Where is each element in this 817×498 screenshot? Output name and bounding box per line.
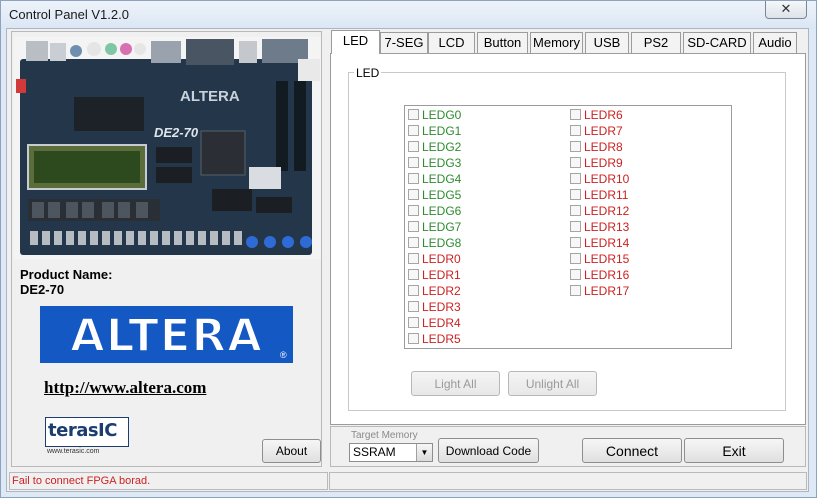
exit-button[interactable]: Exit: [684, 438, 784, 463]
led-checkbox-ledr9[interactable]: LEDR9: [570, 155, 623, 171]
window-title: Control Panel V1.2.0: [9, 7, 129, 22]
checkbox-icon[interactable]: [570, 157, 581, 169]
checkbox-icon[interactable]: [570, 109, 581, 121]
checkbox-icon[interactable]: [408, 269, 419, 281]
product-name-value: DE2-70: [20, 282, 65, 297]
terasic-logo-text: terasIC: [48, 420, 117, 441]
checkbox-icon[interactable]: [570, 173, 581, 185]
checkbox-icon[interactable]: [570, 141, 581, 153]
checkbox-icon[interactable]: [408, 253, 419, 265]
led-checkbox-ledg0[interactable]: LEDG0: [408, 107, 461, 123]
led-checkbox-ledg7[interactable]: LEDG7: [408, 219, 461, 235]
checkbox-icon[interactable]: [570, 205, 581, 217]
checkbox-icon[interactable]: [408, 317, 419, 329]
led-checkbox-ledr16[interactable]: LEDR16: [570, 267, 629, 283]
led-checkbox-ledr7[interactable]: LEDR7: [570, 123, 623, 139]
led-checkbox-ledr13[interactable]: LEDR13: [570, 219, 629, 235]
light-all-button[interactable]: Light All: [411, 371, 500, 396]
target-memory-value: SSRAM: [353, 445, 396, 459]
tab-sdcard[interactable]: SD-CARD: [683, 32, 751, 53]
status-bar-pane: [329, 472, 807, 490]
led-group-title: LED: [354, 66, 382, 80]
close-button[interactable]: ✕: [765, 1, 807, 19]
tab-led[interactable]: LED: [331, 30, 380, 54]
checkbox-icon[interactable]: [570, 253, 581, 265]
about-button[interactable]: About: [262, 439, 321, 463]
led-checkbox-ledr5[interactable]: LEDR5: [408, 331, 461, 347]
checkbox-icon[interactable]: [408, 301, 419, 313]
target-memory-select[interactable]: SSRAM ▼: [349, 443, 433, 462]
board-silk-logo: ALTERA: [180, 88, 240, 105]
altera-website-link[interactable]: http://www.altera.com: [44, 378, 206, 398]
led-checkbox-ledr14[interactable]: LEDR14: [570, 235, 629, 251]
checkbox-icon[interactable]: [570, 285, 581, 297]
checkbox-icon[interactable]: [570, 269, 581, 281]
checkbox-icon[interactable]: [408, 109, 419, 121]
checkbox-icon[interactable]: [408, 221, 419, 233]
chevron-down-icon[interactable]: ▼: [416, 444, 432, 461]
led-checkbox-ledg2[interactable]: LEDG2: [408, 139, 461, 155]
led-checkbox-ledg8[interactable]: LEDG8: [408, 235, 461, 251]
checkbox-icon[interactable]: [408, 237, 419, 249]
led-checkbox-ledr4[interactable]: LEDR4: [408, 315, 461, 331]
tab-audio[interactable]: Audio: [753, 32, 797, 53]
led-checkbox-ledg5[interactable]: LEDG5: [408, 187, 461, 203]
registered-mark-icon: ®: [280, 350, 287, 360]
led-checkbox-ledr0[interactable]: LEDR0: [408, 251, 461, 267]
tab-lcd[interactable]: LCD: [428, 32, 475, 53]
led-checkbox-ledr17[interactable]: LEDR17: [570, 283, 629, 299]
tab-ps2[interactable]: PS2: [631, 32, 681, 53]
target-memory-label: Target Memory: [351, 430, 418, 441]
checkbox-icon[interactable]: [570, 221, 581, 233]
led-checkbox-ledr1[interactable]: LEDR1: [408, 267, 461, 283]
led-checkbox-ledr6[interactable]: LEDR6: [570, 107, 623, 123]
led-checkbox-ledr10[interactable]: LEDR10: [570, 171, 629, 187]
checkbox-icon[interactable]: [408, 141, 419, 153]
download-code-button[interactable]: Download Code: [438, 438, 539, 463]
checkbox-icon[interactable]: [408, 285, 419, 297]
led-checkbox-ledg6[interactable]: LEDG6: [408, 203, 461, 219]
title-bar[interactable]: Control Panel V1.2.0 ✕: [1, 1, 816, 29]
altera-logo: ALTERA ®: [40, 306, 293, 363]
led-checkbox-ledr12[interactable]: LEDR12: [570, 203, 629, 219]
checkbox-icon[interactable]: [408, 173, 419, 185]
led-checkbox-ledr11[interactable]: LEDR11: [570, 187, 628, 203]
led-checkbox-ledr2[interactable]: LEDR2: [408, 283, 461, 299]
checkbox-icon[interactable]: [408, 205, 419, 217]
connect-button[interactable]: Connect: [582, 438, 682, 463]
tab-button[interactable]: Button: [477, 32, 528, 53]
terasic-logo: terasIC www.terasic.com: [45, 417, 129, 457]
checkbox-icon[interactable]: [408, 125, 419, 137]
led-checkbox-ledg1[interactable]: LEDG1: [408, 123, 461, 139]
led-checkbox-ledg3[interactable]: LEDG3: [408, 155, 461, 171]
board-image: ALTERA DE2-70: [14, 37, 321, 259]
product-name-label: Product Name:: [20, 267, 113, 282]
checkbox-icon[interactable]: [570, 237, 581, 249]
altera-logo-text: ALTERA: [69, 308, 263, 363]
checkbox-icon[interactable]: [570, 125, 581, 137]
terasic-url-text: www.terasic.com: [47, 448, 100, 455]
checkbox-icon[interactable]: [408, 333, 419, 345]
tab-7seg[interactable]: 7-SEG: [380, 32, 428, 53]
led-checkbox-ledg4[interactable]: LEDG4: [408, 171, 461, 187]
status-message: Fail to connect FPGA borad.: [9, 472, 328, 490]
led-checkbox-ledr3[interactable]: LEDR3: [408, 299, 461, 315]
tab-memory[interactable]: Memory: [530, 32, 583, 53]
checkbox-icon[interactable]: [408, 157, 419, 169]
board-silk-model: DE2-70: [154, 125, 199, 140]
tab-usb[interactable]: USB: [585, 32, 629, 53]
led-checkbox-ledr15[interactable]: LEDR15: [570, 251, 629, 267]
led-checkbox-ledr8[interactable]: LEDR8: [570, 139, 623, 155]
unlight-all-button[interactable]: Unlight All: [508, 371, 597, 396]
checkbox-icon[interactable]: [408, 189, 419, 201]
checkbox-icon[interactable]: [570, 189, 581, 201]
